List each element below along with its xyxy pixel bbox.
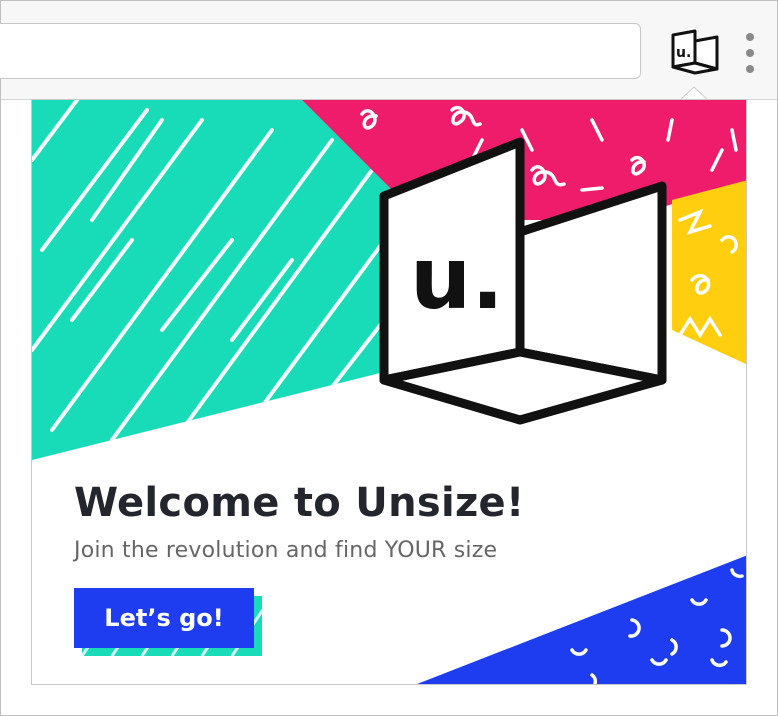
popup-subtitle: Join the revolution and find YOUR size [74, 538, 498, 563]
lets-go-button[interactable]: Let’s go! [74, 588, 254, 648]
yellow-pattern-shape [672, 180, 746, 365]
logo-text: u. [410, 229, 504, 329]
kebab-menu-icon[interactable] [737, 29, 763, 77]
teal-pattern-shape [32, 100, 392, 460]
popup-title: Welcome to Unsize! [74, 480, 525, 526]
menu-dot [746, 65, 754, 73]
menu-dot [746, 49, 754, 57]
browser-toolbar: u. [0, 1, 777, 100]
menu-dot [746, 33, 754, 41]
browser-window: u. u. Welcome to Unsize! Join the revolu… [0, 0, 778, 716]
address-bar[interactable] [0, 23, 641, 79]
logo-mini-text: u. [676, 45, 691, 61]
unsize-logo-icon: u. [671, 29, 719, 75]
blue-pattern-shape [417, 555, 746, 684]
extension-popup: u. Welcome to Unsize! Join the revolutio… [31, 99, 747, 685]
unsize-extension-button[interactable]: u. [665, 29, 723, 77]
